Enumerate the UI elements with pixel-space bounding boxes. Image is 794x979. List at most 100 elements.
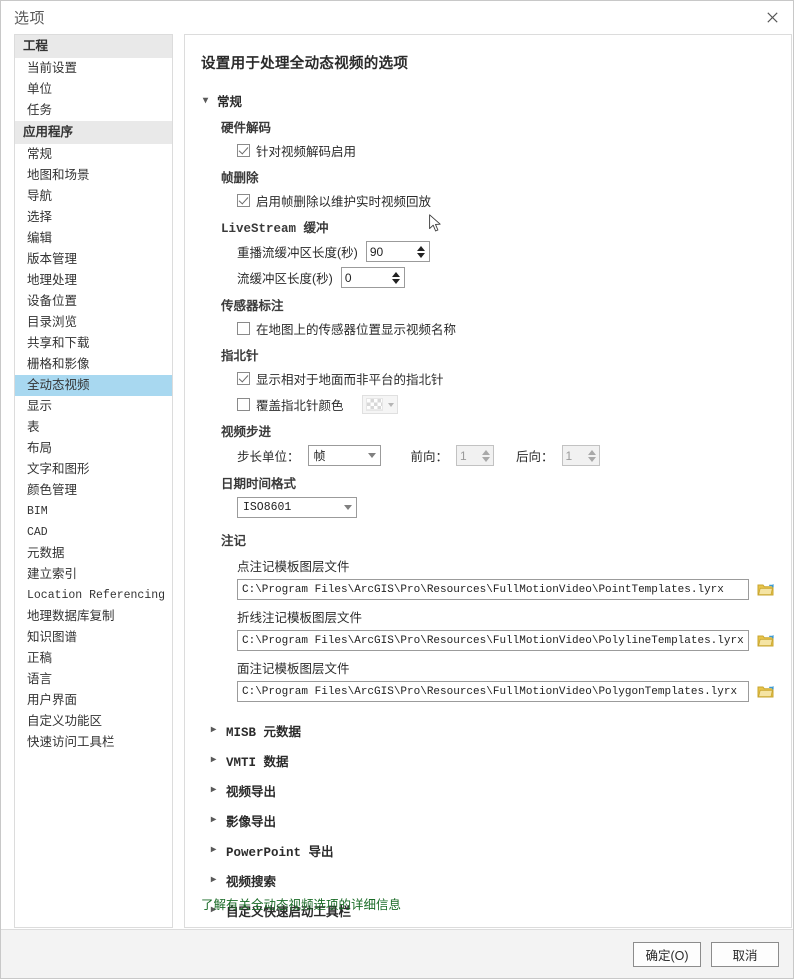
stepper-down-icon[interactable] (482, 456, 491, 462)
subsection-frame-drop-label: 帧删除 (221, 171, 259, 185)
section-image-export[interactable]: ▸ 影像导出 (209, 805, 775, 835)
checkbox-box[interactable] (237, 322, 250, 335)
ok-button[interactable]: 确定(O) (633, 941, 701, 967)
checkbox-box[interactable] (237, 194, 250, 207)
sidebar-item-table[interactable]: 表 (15, 417, 172, 438)
polyline-template-input[interactable]: C:\Program Files\ArcGIS\Pro\Resources\Fu… (237, 630, 749, 651)
sidebar-item-full-motion-video[interactable]: 全动态视频 (15, 375, 172, 396)
checkbox-enable-video-decode[interactable]: 针对视频解码启用 (237, 141, 775, 160)
section-video-export[interactable]: ▸ 视频导出 (209, 775, 775, 805)
section-image-export-label: 影像导出 (226, 814, 277, 829)
sidebar-item-metadata[interactable]: 元数据 (15, 543, 172, 564)
chevron-down-icon: ▾ (202, 94, 209, 106)
cancel-button[interactable]: 取消 (711, 941, 779, 967)
open-folder-icon[interactable] (757, 632, 775, 650)
open-folder-icon[interactable] (757, 683, 775, 701)
section-powerpoint-export-label: PowerPoint 导出 (226, 845, 334, 860)
checkbox-box[interactable] (237, 398, 250, 411)
sidebar-item-units[interactable]: 单位 (15, 79, 172, 100)
chevron-right-icon: ▸ (210, 724, 217, 735)
sidebar-item-catalog-browsing[interactable]: 目录浏览 (15, 312, 172, 333)
sidebar-item-editing[interactable]: 编辑 (15, 228, 172, 249)
replay-buffer-stepper[interactable] (365, 241, 430, 262)
backward-stepper[interactable] (561, 445, 600, 466)
section-general[interactable]: ▾ 常规 (201, 91, 775, 110)
sidebar-item-share-and-download[interactable]: 共享和下载 (15, 333, 172, 354)
sidebar-item-layout[interactable]: 布局 (15, 438, 172, 459)
step-unit-value: 帧 (313, 449, 326, 463)
section-vmti-data[interactable]: ▸ VMTI 数据 (209, 745, 775, 775)
stepper-up-icon[interactable] (482, 449, 491, 455)
sidebar-item-user-interface[interactable]: 用户界面 (15, 690, 172, 711)
sidebar-item-general[interactable]: 常规 (15, 144, 172, 165)
polygon-template-input[interactable]: C:\Program Files\ArcGIS\Pro\Resources\Fu… (237, 681, 749, 702)
backward-input[interactable] (562, 446, 588, 465)
chevron-down-icon[interactable] (387, 402, 394, 407)
options-main-panel: 设置用于处理全动态视频的选项 ▾ 常规 硬件解码 针对视频解码启用 帧删除 启用… (184, 34, 792, 928)
section-video-search[interactable]: ▸ 视频搜索 (209, 865, 775, 895)
sidebar-item-cad[interactable]: CAD (15, 522, 172, 543)
stepper-down-icon[interactable] (391, 278, 400, 284)
section-misb-metadata[interactable]: ▸ MISB 元数据 (209, 715, 775, 745)
checkbox-compass-relative-to-ground[interactable]: 显示相对于地面而非平台的指北针 (237, 369, 775, 388)
sidebar-item-raster-and-imagery[interactable]: 栅格和影像 (15, 354, 172, 375)
sidebar-item-color-management[interactable]: 颜色管理 (15, 480, 172, 501)
checkbox-show-video-name-at-sensor[interactable]: 在地图上的传感器位置显示视频名称 (237, 319, 775, 338)
help-link[interactable]: 了解有关全动态视频选项的详细信息 (201, 894, 401, 913)
stepper-buttons[interactable] (416, 242, 429, 261)
field-stream-buffer: 流缓冲区长度(秒) (237, 267, 775, 288)
step-unit-label: 步长单位： (237, 450, 300, 464)
sidebar-item-language[interactable]: 语言 (15, 669, 172, 690)
sidebar-item-indexing[interactable]: 建立索引 (15, 564, 172, 585)
options-sidebar[interactable]: 工程 当前设置 单位 任务 应用程序 常规 地图和场景 导航 选择 编辑 版本管… (14, 34, 173, 928)
sidebar-item-proofing[interactable]: 正稿 (15, 648, 172, 669)
forward-input[interactable] (457, 446, 483, 465)
sidebar-item-map-and-scene[interactable]: 地图和场景 (15, 165, 172, 186)
sidebar-item-knowledge-graph[interactable]: 知识图谱 (15, 627, 172, 648)
section-powerpoint-export[interactable]: ▸ PowerPoint 导出 (209, 835, 775, 865)
sidebar-item-selection[interactable]: 选择 (15, 207, 172, 228)
close-icon[interactable] (751, 1, 793, 34)
point-template-input[interactable]: C:\Program Files\ArcGIS\Pro\Resources\Fu… (237, 579, 749, 600)
sidebar-item-text-and-graphics[interactable]: 文字和图形 (15, 459, 172, 480)
sidebar-item-customize-ribbon[interactable]: 自定义功能区 (15, 711, 172, 732)
datetime-format-dropdown[interactable]: ISO8601 (237, 497, 357, 518)
stepper-up-icon[interactable] (416, 245, 425, 251)
subsection-sensor-annotation-label: 传感器标注 (221, 299, 284, 313)
checkbox-box[interactable] (237, 372, 250, 385)
chevron-right-icon: ▸ (210, 784, 217, 795)
sidebar-item-location-referencing[interactable]: Location Referencing (15, 585, 172, 606)
stepper-down-icon[interactable] (416, 252, 425, 258)
sidebar-item-geoprocessing[interactable]: 地理处理 (15, 270, 172, 291)
stepper-up-icon[interactable] (391, 271, 400, 277)
section-misb-metadata-label: MISB 元数据 (226, 725, 302, 740)
stepper-down-icon[interactable] (587, 456, 596, 462)
sidebar-item-navigation[interactable]: 导航 (15, 186, 172, 207)
stepper-buttons[interactable] (391, 268, 404, 287)
stepper-buttons[interactable] (482, 446, 493, 465)
chevron-down-icon (344, 505, 352, 510)
subsection-datetime-format-label: 日期时间格式 (221, 477, 297, 491)
checkbox-enable-frame-drop[interactable]: 启用帧删除以维护实时视频回放 (237, 191, 775, 210)
sidebar-item-geodatabase-replication[interactable]: 地理数据库复制 (15, 606, 172, 627)
step-unit-dropdown[interactable]: 帧 (307, 445, 381, 466)
checkbox-override-compass-color[interactable]: 覆盖指北针颜色 (237, 395, 775, 414)
sidebar-item-tasks[interactable]: 任务 (15, 100, 172, 121)
replay-buffer-input[interactable] (366, 242, 416, 261)
forward-stepper[interactable] (456, 445, 495, 466)
sidebar-item-device-location[interactable]: 设备位置 (15, 291, 172, 312)
stepper-up-icon[interactable] (587, 449, 596, 455)
sidebar-item-display[interactable]: 显示 (15, 396, 172, 417)
sidebar-item-bim[interactable]: BIM (15, 501, 172, 522)
stream-buffer-input[interactable] (341, 268, 391, 287)
compass-color-picker[interactable] (361, 395, 398, 414)
chevron-right-icon: ▸ (210, 844, 217, 855)
sidebar-item-quick-access-toolbar[interactable]: 快速访问工具栏 (15, 732, 172, 753)
stream-buffer-stepper[interactable] (340, 267, 405, 288)
sidebar-item-current-settings[interactable]: 当前设置 (15, 58, 172, 79)
sidebar-item-versioning[interactable]: 版本管理 (15, 249, 172, 270)
checkbox-box[interactable] (237, 144, 250, 157)
open-folder-icon[interactable] (757, 581, 775, 599)
window-title: 选项 (14, 10, 46, 27)
stepper-buttons[interactable] (587, 446, 599, 465)
